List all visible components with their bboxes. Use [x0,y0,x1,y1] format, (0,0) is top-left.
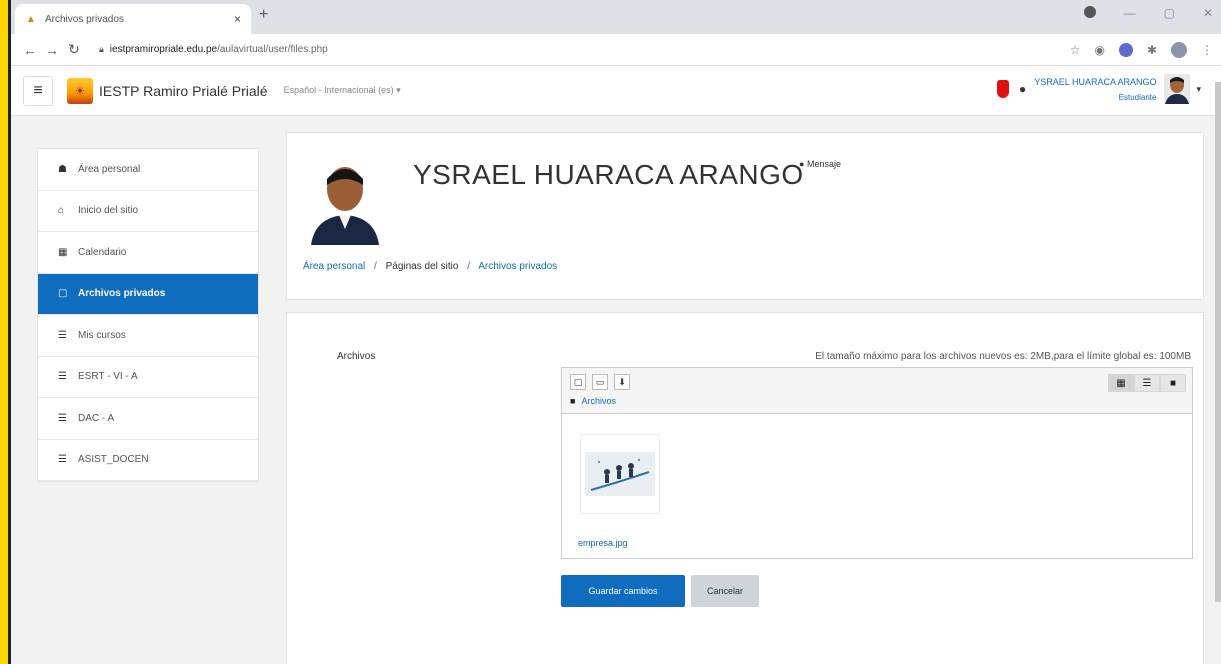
lock-icon: 🔒︎ [99,44,104,54]
path-label[interactable]: Archivos [581,396,616,406]
sidebar-item-label: Área personal [78,163,141,175]
dashboard-icon: ☗ [58,163,67,175]
sidebar-item-course-dac[interactable]: ☰ DAC - A [38,398,258,440]
forward-icon[interactable]: → [41,42,63,58]
site-name[interactable]: IESTP Ramiro Prialé Prialé [99,83,268,99]
image-thumbnail-icon [585,452,655,496]
messages-icon[interactable]: ● [1019,82,1026,96]
profile-avatar [309,155,381,245]
sidebar-item-label: Mis cursos [78,329,126,341]
breadcrumb-area-personal[interactable]: Área personal [303,261,365,272]
browser-tab-bar: ▲ Archivos privados × + — ▢ ✕ [11,0,1221,34]
reload-icon[interactable]: ↻ [63,41,85,58]
folder-icon: ■ [570,396,576,406]
breadcrumb-separator: / [374,261,377,272]
save-button[interactable]: Guardar cambios [561,575,685,607]
sidebar-item-label: ASIST_DOCEN [78,454,149,466]
sidebar-item-inicio[interactable]: ⌂ Inicio del sitio [38,191,258,232]
sidebar-item-area-personal[interactable]: ☗ Área personal [38,149,258,191]
url-path: /aulavirtual/user/files.php [217,44,328,55]
sidebar-item-label: ESRT - VI - A [78,371,138,383]
browser-tab[interactable]: ▲ Archivos privados × [15,4,251,34]
breadcrumb: Área personal / Páginas del sitio / Arch… [303,261,557,272]
sidebar-item-course-esrt[interactable]: ☰ ESRT - VI - A [38,357,258,398]
graduation-cap-icon: ☰ [58,371,67,383]
browser-window: ▲ Archivos privados × + — ▢ ✕ ← → ↻ 🔒︎ i… [8,0,1221,664]
page-body: ☗ Área personal ⌂ Inicio del sitio ▦ Cal… [11,116,1221,664]
sidebar-item-calendario[interactable]: ▦ Calendario [38,232,258,274]
window-controls: — ▢ ✕ [1083,6,1213,20]
files-form-card: Archivos El tamaño máximo para los archi… [286,312,1204,664]
home-icon: ⌂ [58,205,65,217]
file-icon: ▢ [58,288,68,300]
chat-icon: ● [799,159,805,169]
new-tab-button[interactable]: + [259,6,268,24]
user-role: Estudiante [1118,92,1157,102]
file-thumbnail[interactable] [580,434,660,514]
create-folder-button[interactable]: ▭ [592,374,608,390]
tree-view-icon[interactable]: ■ [1160,374,1186,392]
sidebar-item-label: Calendario [78,246,127,258]
add-file-button[interactable]: ▢ [570,374,586,390]
list-view-icon[interactable]: ☰ [1134,374,1160,392]
minimize-icon[interactable]: — [1124,6,1136,20]
page-title: YSRAEL HUARACA ARANGO [413,159,804,190]
user-menu-area: ● YSRAEL HUARACA ARANGO Estudiante ▾ [997,74,1201,104]
breadcrumb-archivos-privados[interactable]: Archivos privados [478,261,557,272]
language-selector[interactable]: Español - Internacional (es) ▾ [284,85,401,96]
icons-view-icon[interactable]: ▦ [1108,374,1134,392]
user-avatar[interactable] [1164,74,1191,104]
star-icon[interactable]: ☆ [1070,43,1081,57]
message-link[interactable]: ● Mensaje [799,159,841,169]
message-link-label: Mensaje [806,159,841,169]
page-scrollbar[interactable] [1215,82,1221,602]
site-favicon-icon: ▲ [26,13,36,25]
file-manager: ▢ ▭ ⬇ ■ Archivos ▦ ☰ ■ empresa.jpg [561,367,1193,559]
profile-icon[interactable] [1171,41,1187,58]
cancel-button[interactable]: Cancelar [691,575,759,607]
view-switcher: ▦ ☰ ■ [1108,374,1186,392]
close-window-icon[interactable]: ✕ [1203,6,1213,20]
user-info[interactable]: YSRAEL HUARACA ARANGO Estudiante [1034,77,1156,102]
sidebar-item-course-asist-docen[interactable]: ☰ ASIST_DOCEN [38,440,258,481]
maximize-icon[interactable]: ▢ [1164,6,1175,20]
sidebar-item-archivos-privados[interactable]: ▢ Archivos privados [38,273,258,315]
url-host: iestpramiropriale.edu.pe [109,44,218,55]
extension-icon[interactable]: ◉ [1094,43,1104,57]
menu-toggle-button[interactable]: ≡ [23,75,53,106]
browser-menu-icon[interactable]: ⋮ [1201,43,1213,57]
user-menu-caret-icon[interactable]: ▾ [1196,84,1201,95]
nav-drawer: ☗ Área personal ⌂ Inicio del sitio ▦ Cal… [37,148,259,482]
extensions-area: ☆ ◉ ✱ ⋮ [1070,41,1213,58]
url-field[interactable]: 🔒︎ iestpramiropriale.edu.pe /aulavirtual… [93,38,1070,62]
back-icon[interactable]: ← [19,42,41,58]
calendar-icon: ▦ [58,246,68,258]
sidebar-item-label: Inicio del sitio [78,205,139,217]
file-manager-toolbar: ▢ ▭ ⬇ ■ Archivos ▦ ☰ ■ [562,368,1192,414]
extension-dot-icon[interactable] [1118,42,1133,57]
download-all-button[interactable]: ⬇ [614,374,630,390]
files-label: Archivos [337,351,376,362]
account-icon[interactable] [1083,6,1096,18]
file-name[interactable]: empresa.jpg [578,538,628,548]
breadcrumb-separator: / [467,261,470,272]
address-bar: ← → ↻ 🔒︎ iestpramiropriale.edu.pe /aulav… [11,34,1221,66]
file-manager-path: ■ Archivos [570,396,616,406]
puzzle-icon[interactable]: ✱ [1147,43,1157,57]
sidebar-item-label: DAC - A [78,412,115,424]
graduation-cap-icon: ☰ [58,412,67,424]
breadcrumb-site-pages: Páginas del sitio [385,261,459,272]
tab-title: Archivos privados [45,13,124,25]
sidebar-item-label: Archivos privados [78,288,166,300]
graduation-cap-icon: ☰ [58,454,67,466]
site-logo-icon[interactable]: ☀ [67,77,93,104]
file-size-limit-text: El tamaño máximo para los archivos nuevo… [815,351,1191,362]
tab-close-icon[interactable]: × [234,12,241,26]
page-header-card: YSRAEL HUARACA ARANGO ● Mensaje Área per… [286,132,1204,300]
sidebar-item-mis-cursos[interactable]: ☰ Mis cursos [38,315,258,357]
notification-icon[interactable] [997,80,1010,98]
site-navbar: ≡ ☀ IESTP Ramiro Prialé Prialé Español -… [11,66,1221,116]
graduation-cap-icon: ☰ [58,329,67,341]
user-name: YSRAEL HUARACA ARANGO [1034,76,1157,87]
